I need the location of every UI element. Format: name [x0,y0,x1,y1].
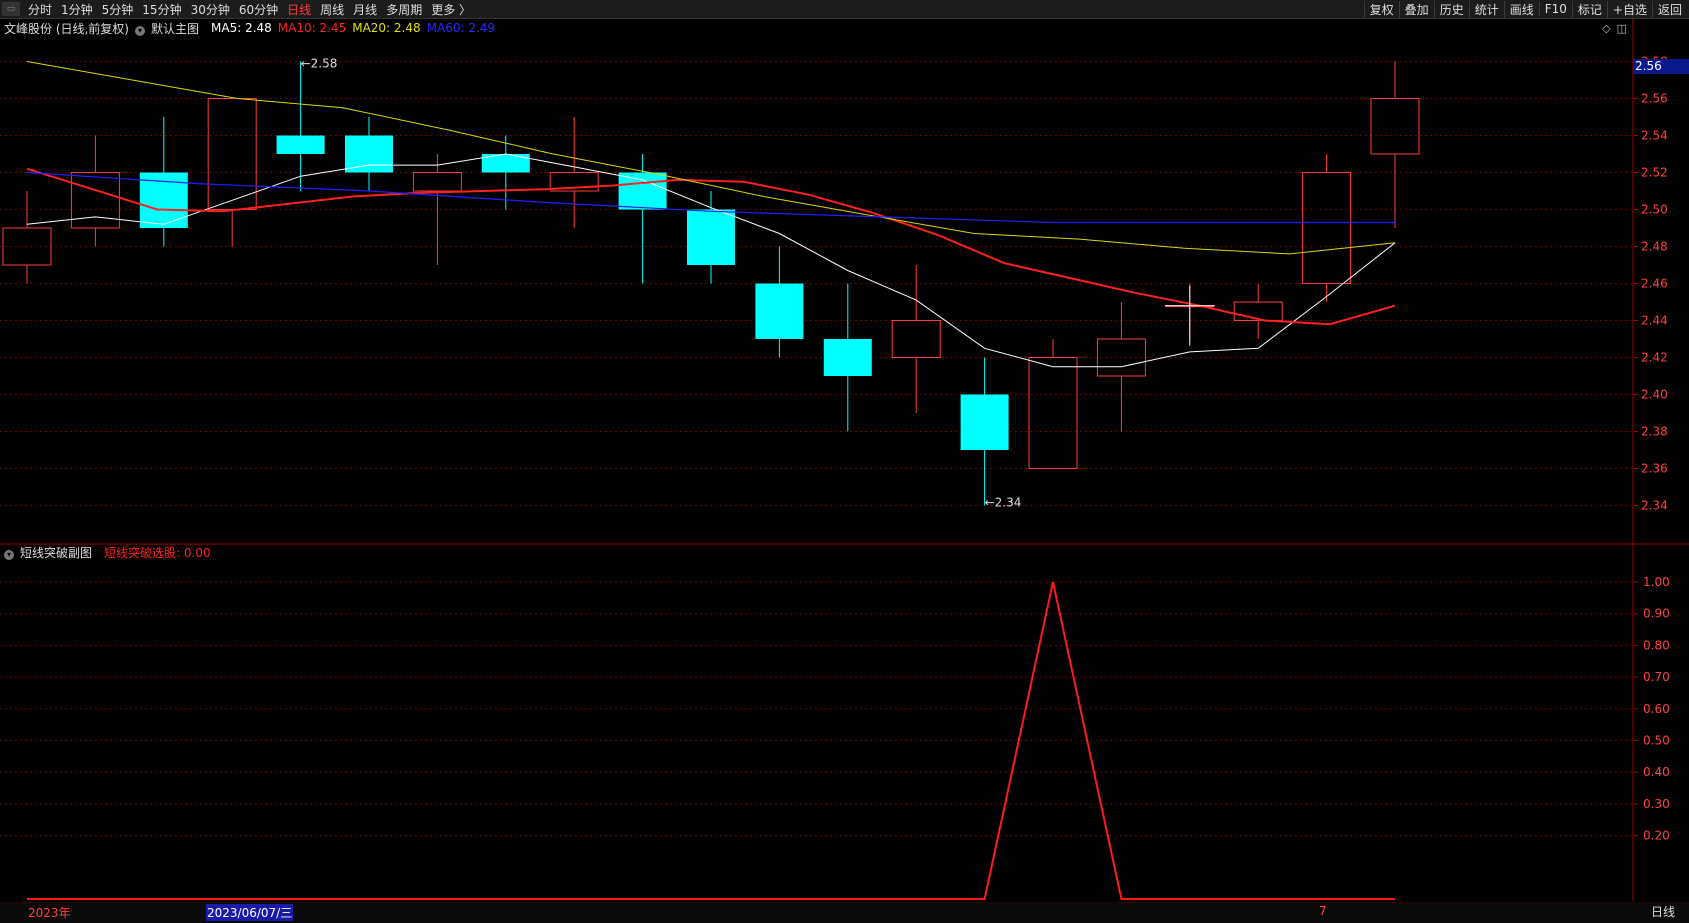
candle-body [207,98,257,210]
sub-legend: ▾ 短线突破副图 短线突破选股: 0.00 [4,544,217,560]
y-tick-label: 2.42 [1641,351,1668,365]
year-label: 2023年 [28,906,71,920]
candle-body [412,172,462,192]
current-price-tag: 2.56 [1633,59,1689,74]
toolbar-button[interactable]: 统计 [1468,0,1504,18]
y-tick-label: 2.34 [1641,499,1668,513]
toolbar-button[interactable]: F10 [1538,2,1572,16]
y-tick-label: 2.48 [1641,240,1668,254]
period-tab[interactable]: 周线 [320,1,344,18]
y-tick-label: 2.50 [1641,203,1668,217]
chart-corner-icons: ◇ ◫ [1602,22,1627,35]
candle-body [1028,357,1078,469]
candle-body [1233,301,1283,321]
period-tab[interactable]: 月线 [353,1,377,18]
period-tab[interactable]: 分时 [28,1,52,18]
period-nav: ▭ 分时 1分钟 5分钟 15分钟 30分钟 60分钟 日线 周线 月线 多周期 更多 〉 [0,0,480,18]
ma60-label: MA60: 2.49 [426,21,496,35]
sub-chart-name: 短线突破副图 [20,545,93,560]
low-price-label: ←2.34 [985,496,1022,510]
period-tab[interactable]: 30分钟 [191,1,230,18]
cursor-date-label: 2023/06/07/三 [206,904,294,921]
high-price-label: ←2.58 [301,57,338,71]
y-tick-label: 2.36 [1641,462,1668,476]
month-label: 7 [1319,904,1327,918]
toolbar-button[interactable]: 画线 [1503,0,1539,18]
y-tick-label: 2.52 [1641,166,1668,180]
y-tick-label: 2.54 [1641,129,1668,143]
y-tick-label: 0.80 [1643,638,1670,652]
candle-body [960,394,1009,450]
ma20-label: MA20: 2.48 [352,21,421,35]
candle-body [1370,98,1420,155]
period-tab[interactable]: 1分钟 [61,1,93,18]
candle-body [70,172,120,229]
candle-body [345,135,393,173]
candle-body [618,172,667,210]
y-tick-label: 0.60 [1643,702,1670,716]
main-legend: 文峰股份 (日线,前复权) ▾ 默认主图 MA5: 2.48 MA10: 2.45… [4,20,501,36]
chevron-down-icon: ▾ [4,549,14,560]
toolbar-button[interactable]: 返回 [1651,0,1687,18]
y-tick-label: 0.90 [1643,607,1670,621]
indicator-label: 短线突破选股: 0.00 [104,545,211,560]
toolbar-button[interactable]: 历史 [1433,0,1469,18]
stock-title: 文峰股份 (日线,前复权) [4,21,129,36]
period-tab[interactable]: 多周期 [386,1,422,18]
y-tick-label: 0.40 [1643,765,1670,779]
y-tick-label: 0.70 [1643,670,1670,684]
candle-body [755,283,804,339]
window-menu-icon[interactable]: ▭ [2,2,20,16]
ma10-label: MA10: 2.45 [277,21,347,35]
y-tick-label: 2.56 [1641,92,1668,106]
toolbar-right-buttons: 复权 叠加 历史 统计 画线 F10 标记 +自选 返回 [1363,0,1687,18]
toolbar-button[interactable]: 叠加 [1398,0,1434,18]
y-tick-label: 2.38 [1641,425,1668,439]
y-tick-label: 1.00 [1643,575,1670,589]
period-tab[interactable]: 15分钟 [142,1,181,18]
main-chart-selector[interactable]: ▾ 默认主图 [135,20,205,37]
y-tick-label: 0.20 [1643,829,1670,843]
y-tick-label: 2.44 [1641,314,1668,328]
candle-body [823,339,872,376]
period-tabs: 分时 1分钟 5分钟 15分钟 30分钟 60分钟 日线 周线 月线 多周期 更多 〉 [28,1,480,18]
ma5-label: MA5: 2.48 [211,21,272,35]
candle-body [1302,172,1352,284]
period-tab[interactable]: 60分钟 [239,1,278,18]
period-tab[interactable]: 日线 [287,1,311,18]
sub-chart-selector[interactable]: ▾ 短线突破副图 [4,544,98,561]
toolbar-button[interactable]: 复权 [1363,0,1399,18]
chevron-down-icon: ▾ [135,25,145,36]
y-tick-label: 0.30 [1643,797,1670,811]
period-tab[interactable]: 5分钟 [102,1,134,18]
diamond-icon[interactable]: ◇ [1602,22,1610,35]
y-tick-label: 2.46 [1641,277,1668,291]
kline-chart[interactable]: 2.34 2.36 2.38 2.40 2.42 2.44 2.46 2.48 2.50 2.52… [0,19,1689,901]
toolbar-button[interactable]: 标记 [1571,0,1607,18]
y-tick-label: 2.40 [1641,388,1668,402]
window-toggle-icon[interactable]: ◫ [1617,22,1627,35]
period-label[interactable]: 日线 [1651,903,1675,920]
period-tab[interactable]: 更多 〉 [431,1,471,18]
candle-body [276,135,325,154]
main-chart-name: 默认主图 [151,21,200,36]
top-toolbar: ▭ 分时 1分钟 5分钟 15分钟 30分钟 60分钟 日线 周线 月线 多周期 更多 〉 复权 叠加… [0,0,1689,19]
y-tick-label: 0.50 [1643,734,1670,748]
candle-body [891,320,941,358]
toolbar-button[interactable]: +自选 [1606,0,1652,18]
candle-body [687,209,735,265]
